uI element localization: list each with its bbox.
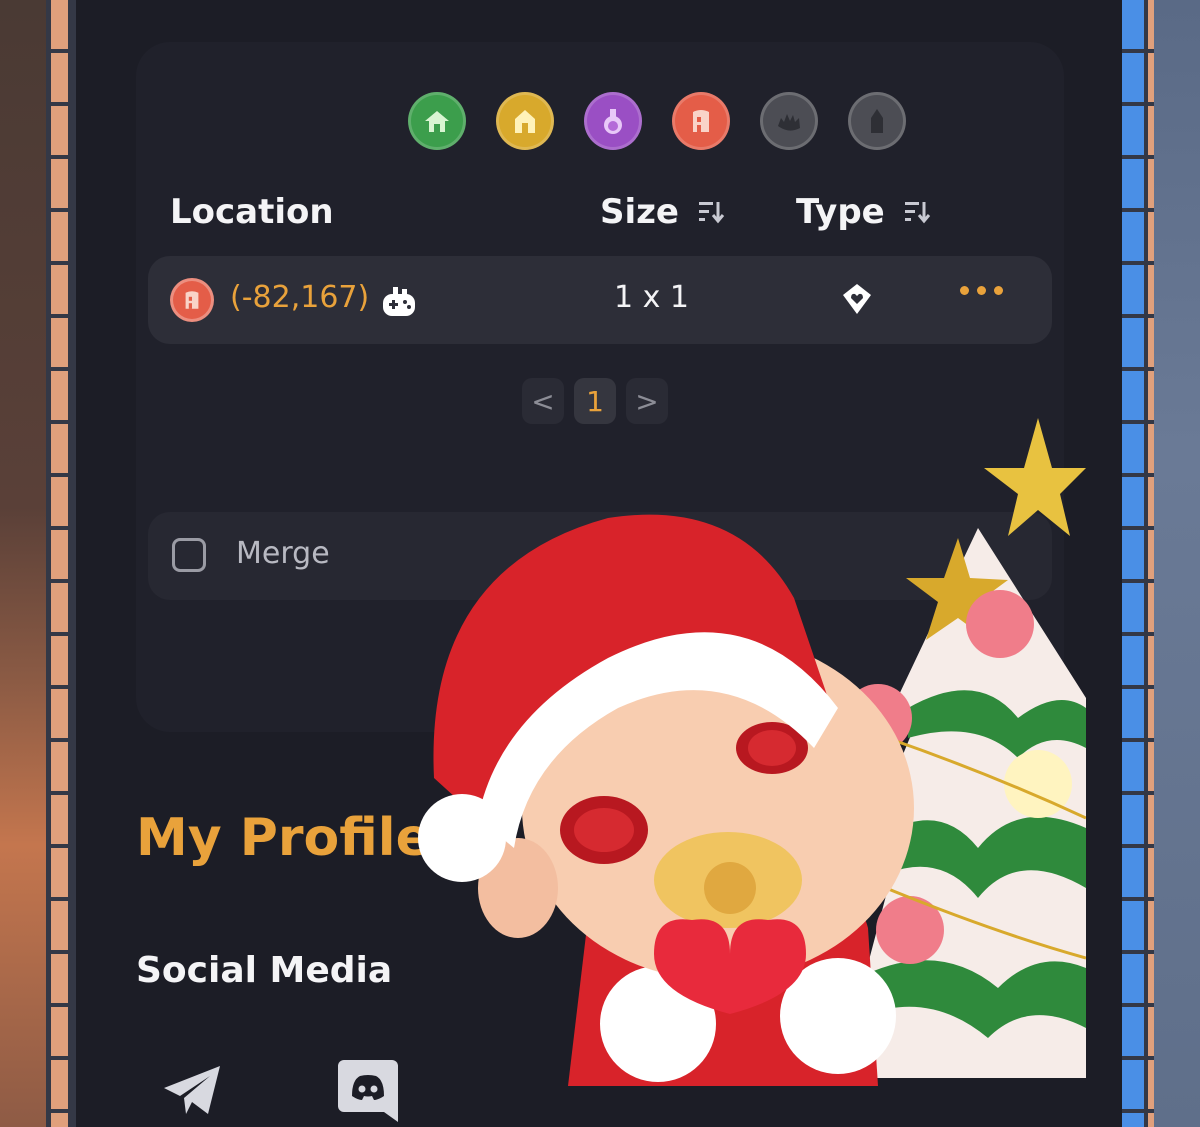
merge-label: Merge — [236, 536, 330, 571]
filter-gold-house-icon[interactable] — [496, 92, 554, 150]
telegram-icon[interactable] — [160, 1058, 224, 1122]
land-panel: Location Size Type (-82,167) 1 x 1 < 1 >… — [76, 0, 1122, 1127]
filter-hedgehog-icon[interactable] — [760, 92, 818, 150]
more-options-icon[interactable] — [960, 286, 1003, 295]
column-header-location: Location — [170, 192, 334, 232]
land-size: 1 x 1 — [614, 280, 689, 315]
my-profile-title: My Profile — [136, 808, 431, 868]
filter-green-house-icon[interactable] — [408, 92, 466, 150]
land-type-heart-icon — [843, 284, 871, 314]
gamepad-icon — [383, 287, 415, 316]
backdrop-right — [1152, 0, 1200, 1127]
table-row[interactable]: (-82,167) 1 x 1 — [148, 256, 1052, 344]
size-header-label: Size — [600, 192, 679, 232]
column-header-size[interactable]: Size — [600, 192, 725, 232]
merge-checkbox[interactable] — [172, 538, 206, 572]
type-header-label: Type — [796, 192, 885, 232]
sort-icon[interactable] — [697, 199, 725, 225]
column-header-type[interactable]: Type — [796, 192, 931, 232]
frame-rail-right — [1122, 0, 1154, 1127]
land-type-filters — [408, 92, 906, 150]
filter-red-building-icon[interactable] — [672, 92, 730, 150]
social-links — [160, 1058, 400, 1122]
social-media-title: Social Media — [136, 950, 393, 991]
discord-icon[interactable] — [336, 1058, 400, 1122]
backdrop-left — [0, 0, 48, 1127]
frame-rail-left — [46, 0, 76, 1127]
location-header-label: Location — [170, 192, 334, 232]
filter-purple-flask-icon[interactable] — [584, 92, 642, 150]
sort-icon[interactable] — [903, 199, 931, 225]
christmas-baby-mascot-icon — [418, 418, 1086, 1086]
red-building-icon — [170, 278, 214, 322]
filter-tower-icon[interactable] — [848, 92, 906, 150]
location-coordinates[interactable]: (-82,167) — [230, 280, 369, 315]
